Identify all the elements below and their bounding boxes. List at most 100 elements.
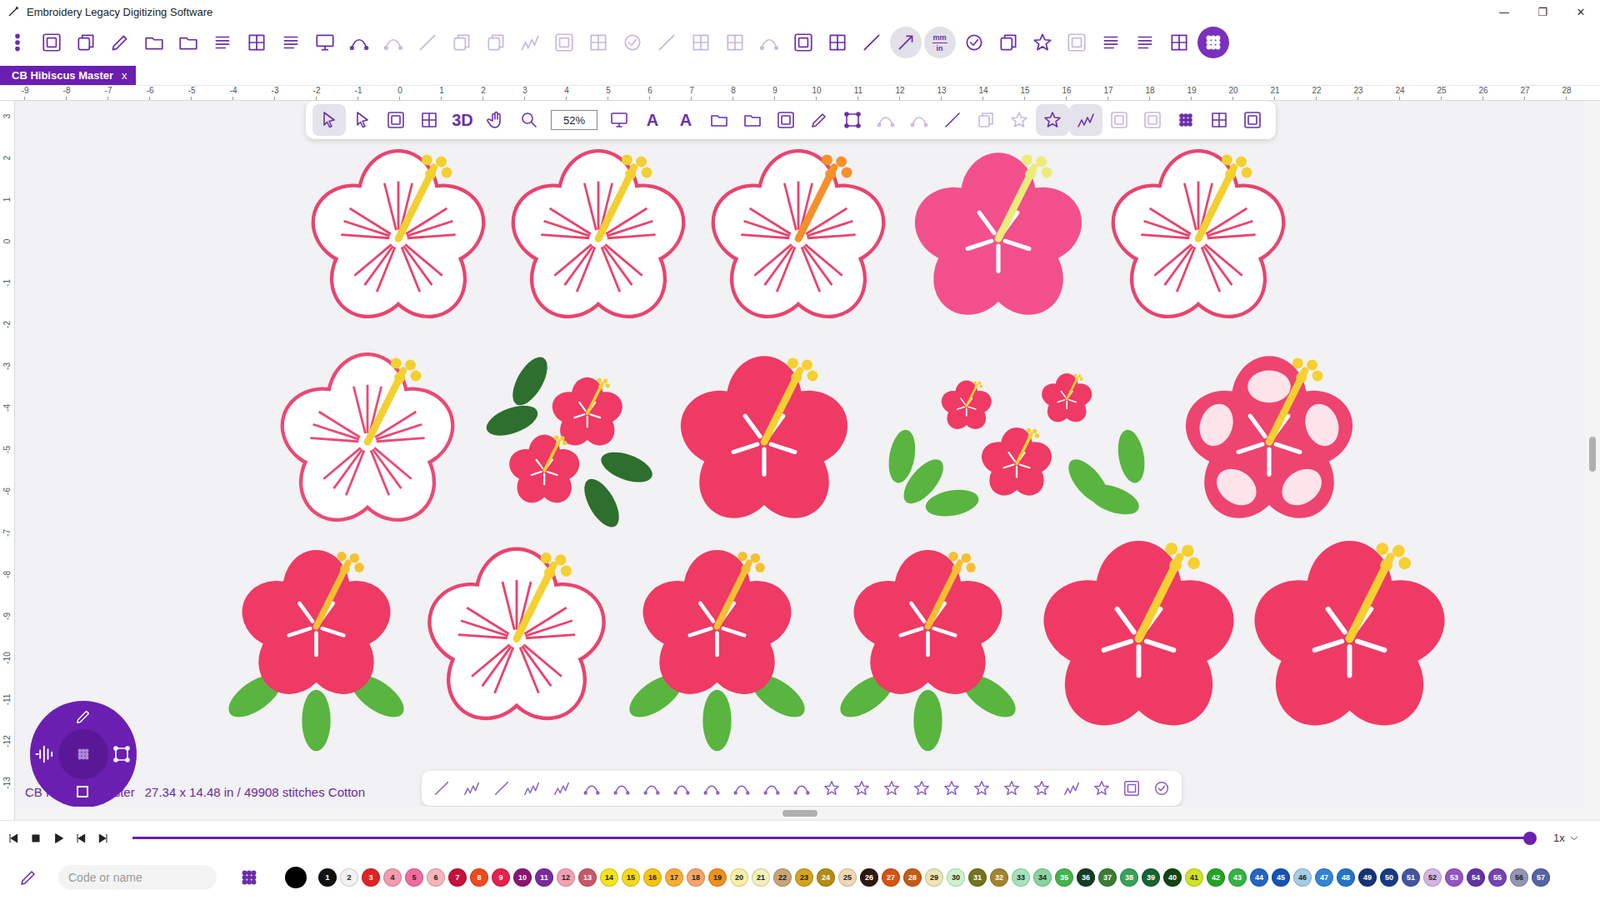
thread-swatch[interactable]: 46 [1293, 868, 1312, 887]
stitch-type-button[interactable] [1146, 773, 1177, 804]
canvas-tool-button[interactable] [769, 104, 803, 136]
thread-swatch[interactable]: 57 [1531, 868, 1550, 887]
canvas-tool-button[interactable] [1035, 104, 1070, 136]
stitch-type-button[interactable] [636, 773, 667, 804]
toolbar-button[interactable] [890, 26, 922, 59]
thread-swatch[interactable]: 5 [405, 868, 424, 887]
canvas-tool-button[interactable]: A [669, 104, 703, 136]
hibiscus-flower[interactable] [1173, 352, 1365, 532]
canvas-tool-button[interactable] [1235, 104, 1270, 136]
stitch-progress-slider[interactable] [132, 836, 1530, 840]
hibiscus-flower[interactable] [1036, 536, 1241, 741]
thread-swatch[interactable]: 42 [1206, 868, 1225, 887]
toolbar-button[interactable]: mmin [924, 26, 956, 59]
hibiscus-flower[interactable] [706, 149, 890, 329]
window-control[interactable]: — [1485, 0, 1524, 24]
window-control[interactable]: ❐ [1523, 0, 1562, 24]
thread-swatch[interactable]: 25 [838, 868, 857, 887]
thread-swatch[interactable]: 20 [730, 868, 749, 887]
canvas-tool-button[interactable] [1002, 104, 1036, 136]
palette-edit-button[interactable] [11, 860, 45, 895]
toolbar-button[interactable] [683, 25, 718, 60]
thread-swatch[interactable]: 9 [491, 868, 510, 887]
thread-swatch[interactable]: 8 [470, 868, 489, 887]
stitch-type-button[interactable] [1056, 773, 1087, 804]
thread-swatch[interactable]: 13 [578, 868, 597, 887]
stitch-type-button[interactable] [516, 773, 547, 804]
player-button[interactable] [24, 825, 47, 851]
dial-edit-button[interactable] [74, 707, 93, 726]
thread-swatch[interactable]: 7 [448, 868, 467, 887]
toolbar-button[interactable] [546, 25, 581, 60]
hibiscus-flower[interactable] [425, 536, 609, 741]
thread-swatch[interactable]: 41 [1185, 868, 1204, 887]
thread-swatch[interactable]: 2 [340, 868, 359, 887]
thread-swatch[interactable]: 55 [1488, 868, 1507, 887]
thread-swatch[interactable]: 38 [1120, 868, 1139, 887]
hibiscus-flower[interactable] [668, 352, 860, 532]
thread-swatch[interactable]: 30 [946, 868, 965, 887]
quick-tools-dial[interactable] [30, 700, 137, 807]
hibiscus-flower[interactable] [306, 149, 490, 329]
thread-swatch[interactable]: 10 [513, 868, 532, 887]
canvas-tool-button[interactable] [1202, 104, 1236, 136]
player-button[interactable] [91, 825, 115, 851]
thread-swatch[interactable]: 28 [903, 868, 922, 887]
thread-swatch[interactable]: 51 [1401, 868, 1420, 887]
vertical-scrollbar[interactable] [1585, 100, 1600, 820]
stitch-type-button[interactable] [756, 773, 787, 804]
toolbar-button[interactable] [341, 25, 376, 60]
design-canvas[interactable]: 3D52%AACB Hibiscus Master27.34 x 14.48 i… [15, 100, 1585, 807]
toolbar-button[interactable] [307, 25, 342, 60]
thread-swatch[interactable]: 1 [318, 868, 337, 887]
toolbar-button[interactable] [478, 25, 513, 60]
hibiscus-flower[interactable] [825, 536, 1030, 741]
thread-swatch[interactable]: 53 [1445, 868, 1464, 887]
hibiscus-flower[interactable] [271, 352, 464, 532]
canvas-tool-button[interactable] [412, 104, 446, 136]
hibiscus-flower[interactable] [866, 352, 1167, 532]
stitch-type-button[interactable] [696, 773, 727, 804]
scroll-thumb[interactable] [1589, 436, 1596, 472]
toolbar-button[interactable] [580, 25, 615, 60]
thread-swatch[interactable]: 21 [751, 868, 770, 887]
canvas-tool-button[interactable] [935, 104, 970, 136]
thread-swatch[interactable]: 23 [795, 868, 814, 887]
stitch-type-button[interactable] [846, 773, 877, 804]
window-control[interactable]: ✕ [1561, 0, 1600, 24]
hibiscus-flower[interactable] [506, 149, 690, 329]
canvas-tool-button[interactable]: A [635, 104, 670, 136]
toolbar-button[interactable] [34, 25, 69, 60]
thread-swatch[interactable]: 31 [968, 868, 987, 887]
stitch-type-button[interactable] [906, 773, 937, 804]
canvas-tool-button[interactable] [345, 104, 380, 136]
speed-dropdown[interactable]: 1x [1553, 831, 1600, 845]
toolbar-button[interactable] [956, 25, 991, 60]
document-tab[interactable]: CB Hibiscus Masterx [0, 65, 136, 85]
thread-swatch[interactable]: 17 [665, 868, 684, 887]
toolbar-button[interactable] [1093, 25, 1128, 60]
current-thread-color[interactable] [285, 866, 307, 889]
stitch-type-button[interactable] [456, 773, 487, 804]
stitch-type-button[interactable] [486, 773, 517, 804]
thread-swatch[interactable]: 43 [1228, 868, 1247, 887]
toolbar-button[interactable] [1197, 26, 1230, 59]
hibiscus-flower[interactable] [1106, 149, 1290, 329]
thread-swatch[interactable]: 56 [1510, 868, 1529, 887]
canvas-tool-button[interactable] [802, 104, 836, 136]
thread-swatch[interactable]: 52 [1423, 868, 1442, 887]
toolbar-button[interactable] [1127, 25, 1162, 60]
hibiscus-flower[interactable] [470, 352, 662, 532]
thread-swatch[interactable]: 27 [881, 868, 900, 887]
stitch-type-button[interactable] [426, 773, 457, 804]
toolbar-button[interactable] [170, 25, 205, 60]
canvas-tool-button[interactable] [902, 104, 936, 136]
player-button[interactable] [69, 825, 92, 851]
thread-swatch[interactable]: 47 [1315, 868, 1334, 887]
thread-search-field[interactable] [58, 865, 217, 890]
toolbar-button[interactable] [751, 25, 786, 60]
toolbar-button[interactable] [1025, 25, 1060, 60]
canvas-tool-button[interactable] [1169, 104, 1203, 136]
thread-swatch[interactable]: 24 [816, 868, 835, 887]
canvas-tool-button[interactable] [379, 104, 413, 136]
